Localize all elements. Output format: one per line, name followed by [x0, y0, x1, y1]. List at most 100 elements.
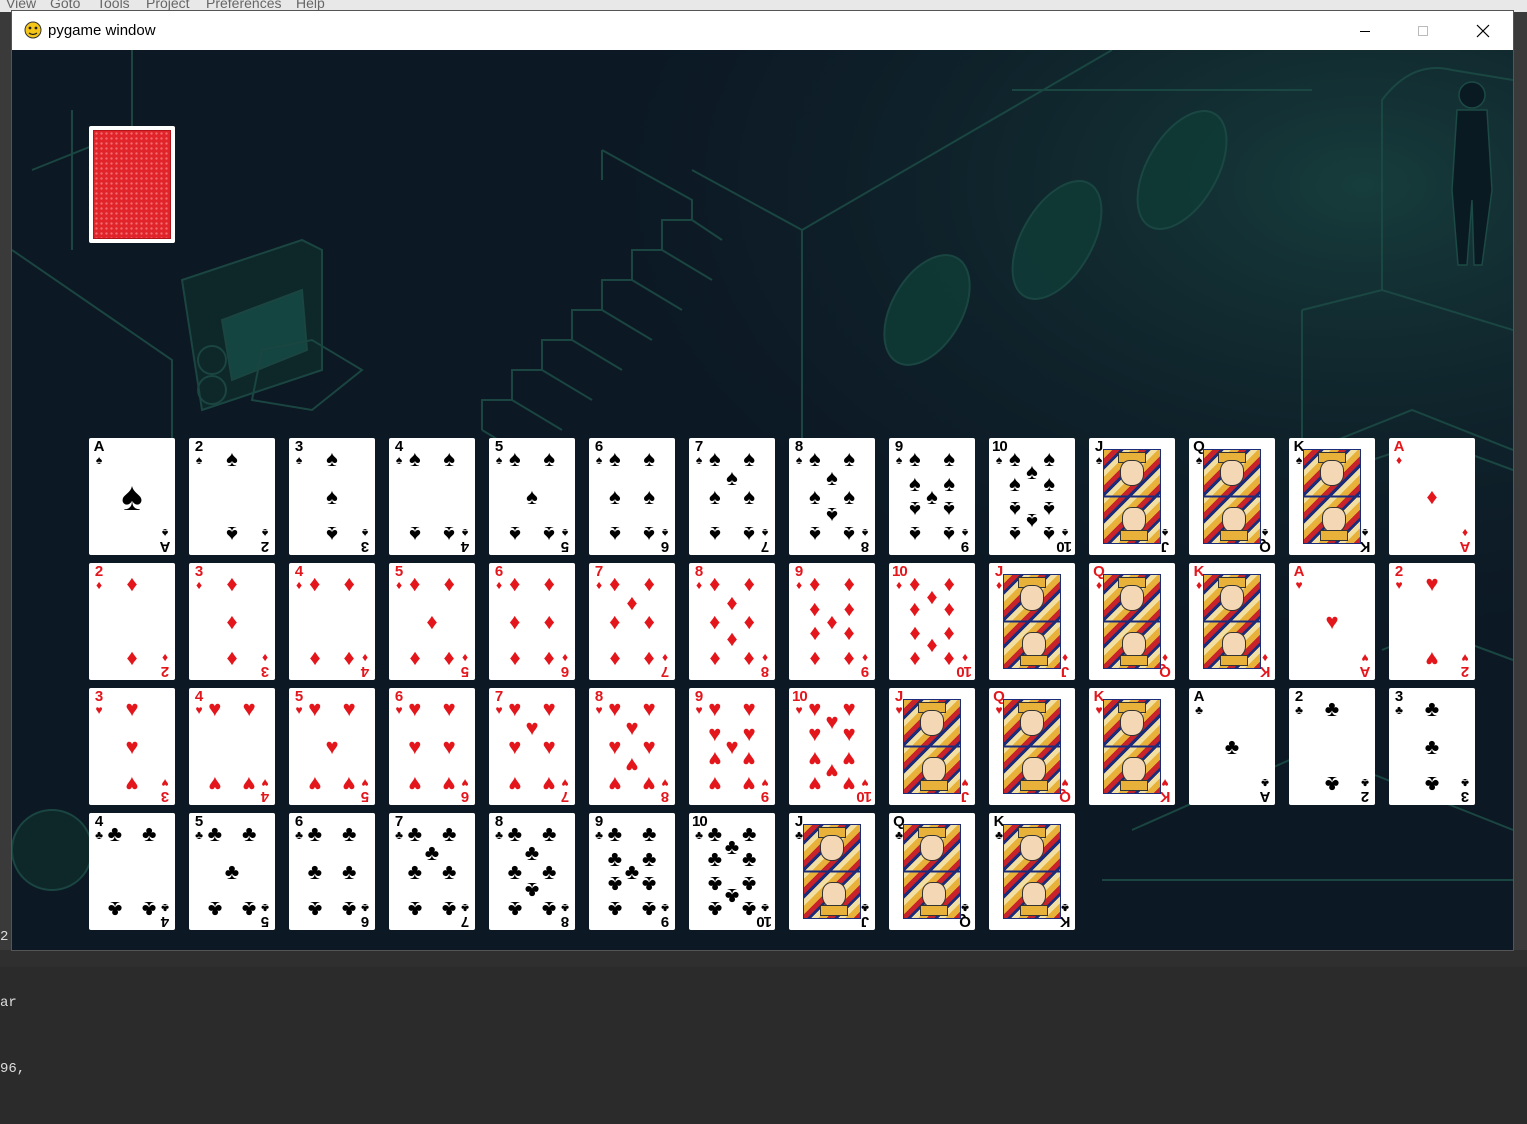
card-index-bottom: 6 ♥ [459, 776, 472, 805]
card-j-of-hearts[interactable]: J ♥ J ♥ [889, 688, 975, 805]
diamonds-icon: ♦ [843, 571, 855, 597]
card-5-of-spades[interactable]: 5 ♠ 5 ♠ ♠ ♠ ♠ ♠ ♠ [489, 438, 575, 555]
diamonds-icon: ♦ [643, 646, 655, 672]
card-q-of-clubs[interactable]: Q ♣ Q ♣ [889, 813, 975, 930]
card-rank: K [1360, 538, 1371, 555]
close-button[interactable] [1454, 11, 1512, 50]
card-2-of-hearts[interactable]: 2 ♥ 2 ♥ ♥ ♥ [1389, 563, 1475, 680]
diamonds-icon: ♦ [509, 646, 521, 672]
card-k-of-spades[interactable]: K ♠ K ♠ [1289, 438, 1375, 555]
card-5-of-clubs[interactable]: 5 ♣ 5 ♣ ♣ ♣ ♣ ♣ ♣ [189, 813, 275, 930]
window-titlebar[interactable]: pygame window [12, 11, 1513, 50]
spades-icon: ♠ [808, 521, 821, 547]
diamonds-icon: ♦ [543, 646, 555, 672]
card-6-of-hearts[interactable]: 6 ♥ 6 ♥ ♥ ♥ ♥ ♥ ♥ ♥ [389, 688, 475, 805]
card-3-of-diamonds[interactable]: 3 ♦ 3 ♦ ♦ ♦ ♦ [189, 563, 275, 680]
clubs-icon: ♣ [1324, 771, 1340, 797]
spades-icon: ♠ [526, 483, 538, 509]
card-8-of-clubs[interactable]: 8 ♣ 8 ♣ ♣ ♣ ♣ ♣ ♣ ♣ ♣ ♣ [489, 813, 575, 930]
menu-help[interactable]: Help [296, 0, 325, 11]
card-a-of-hearts[interactable]: A ♥ A ♥ ♥ [1289, 563, 1375, 680]
card-index-top: A ♠ [92, 439, 105, 466]
court-figure-part [1120, 655, 1148, 666]
card-3-of-hearts[interactable]: 3 ♥ 3 ♥ ♥ ♥ ♥ [89, 688, 175, 805]
card-7-of-spades[interactable]: 7 ♠ 7 ♠ ♠ ♠ ♠ ♠ ♠ ♠ ♠ [689, 438, 775, 555]
maximize-button[interactable] [1394, 11, 1452, 50]
card-rank: 7 [661, 663, 670, 680]
card-k-of-diamonds[interactable]: K ♦ K ♦ [1189, 563, 1275, 680]
menu-view[interactable]: View [6, 0, 36, 11]
card-7-of-clubs[interactable]: 7 ♣ 7 ♣ ♣ ♣ ♣ ♣ ♣ ♣ ♣ [389, 813, 475, 930]
court-figure-part [1020, 655, 1048, 666]
card-index-top: A ♥ [1292, 564, 1305, 591]
card-10-of-hearts[interactable]: 10 ♥ 10 ♥ ♥ ♥ ♥ ♥ ♥ ♥ ♥ ♥ ♥ ♥ [789, 688, 875, 805]
minimize-button[interactable] [1336, 11, 1394, 50]
card-index-bottom: 4 ♣ [159, 901, 172, 930]
menu-project[interactable]: Project [146, 0, 190, 11]
card-index-bottom: 3 ♣ [1459, 776, 1472, 805]
card-6-of-clubs[interactable]: 6 ♣ 6 ♣ ♣ ♣ ♣ ♣ ♣ ♣ [289, 813, 375, 930]
menu-tools[interactable]: Tools [97, 0, 130, 11]
hearts-icon: ♥ [342, 771, 356, 797]
hearts-icon: ♥ [808, 771, 822, 797]
card-2-of-spades[interactable]: 2 ♠ 2 ♠ ♠ ♠ [189, 438, 275, 555]
card-rank: Q [1160, 663, 1171, 680]
clubs-icon: ♣ [307, 821, 323, 847]
card-q-of-spades[interactable]: Q ♠ Q ♠ [1189, 438, 1275, 555]
card-q-of-diamonds[interactable]: Q ♦ Q ♦ [1089, 563, 1175, 680]
card-a-of-diamonds[interactable]: A ♦ A ♦ ♦ [1389, 438, 1475, 555]
card-9-of-spades[interactable]: 9 ♠ 9 ♠ ♠ ♠ ♠ ♠ ♠ ♠ ♠ ♠ ♠ [889, 438, 975, 555]
deck-face-down[interactable] [89, 126, 175, 243]
card-j-of-spades[interactable]: J ♠ J ♠ [1089, 438, 1175, 555]
card-2-of-clubs[interactable]: 2 ♣ 2 ♣ ♣ ♣ [1289, 688, 1375, 805]
card-rank: 3 [261, 663, 270, 680]
card-4-of-clubs[interactable]: 4 ♣ 4 ♣ ♣ ♣ ♣ ♣ [89, 813, 175, 930]
card-2-of-diamonds[interactable]: 2 ♦ 2 ♦ ♦ ♦ [89, 563, 175, 680]
hearts-icon: ♥ [442, 771, 456, 797]
card-k-of-hearts[interactable]: K ♥ K ♥ [1089, 688, 1175, 805]
spades-icon: ♠ [508, 446, 521, 472]
card-a-of-spades[interactable]: A ♠ A ♠ ♠ [89, 438, 175, 555]
card-9-of-diamonds[interactable]: 9 ♦ 9 ♦ ♦ ♦ ♦ ♦ ♦ ♦ ♦ ♦ ♦ [789, 563, 875, 680]
menu-preferences[interactable]: Preferences [206, 0, 281, 11]
card-3-of-clubs[interactable]: 3 ♣ 3 ♣ ♣ ♣ ♣ [1389, 688, 1475, 805]
diamonds-icon: ♦ [909, 646, 921, 672]
clubs-icon: ♣ [1424, 696, 1440, 722]
card-j-of-diamonds[interactable]: J ♦ J ♦ [989, 563, 1075, 680]
card-4-of-spades[interactable]: 4 ♠ 4 ♠ ♠ ♠ ♠ ♠ [389, 438, 475, 555]
card-8-of-diamonds[interactable]: 8 ♦ 8 ♦ ♦ ♦ ♦ ♦ ♦ ♦ ♦ ♦ [689, 563, 775, 680]
card-5-of-hearts[interactable]: 5 ♥ 5 ♥ ♥ ♥ ♥ ♥ ♥ [289, 688, 375, 805]
spades-icon: ♠ [608, 483, 621, 509]
clubs-icon: ♣ [141, 821, 157, 847]
card-a-of-clubs[interactable]: A ♣ A ♣ ♣ [1189, 688, 1275, 805]
diamonds-icon: ♦ [509, 571, 521, 597]
card-rank: 3 [361, 538, 370, 555]
court-figure-part [1120, 585, 1144, 611]
card-10-of-clubs[interactable]: 10 ♣ 10 ♣ ♣ ♣ ♣ ♣ ♣ ♣ ♣ ♣ ♣ ♣ [689, 813, 775, 930]
game-canvas[interactable]: A ♠ A ♠ ♠ 2 ♠ 2 ♠ ♠ ♠ 3 ♠ 3 ♠ ♠ ♠ ♠ 4 ♠ 4 ♠ ♠ ♠ ♠ ♠ 5 ♠ 5 ♠ ♠ ♠ ♠ ♠ ♠ 6 ♠ 6 ♠ ♠… [12, 50, 1513, 950]
card-9-of-clubs[interactable]: 9 ♣ 9 ♣ ♣ ♣ ♣ ♣ ♣ ♣ ♣ ♣ ♣ [589, 813, 675, 930]
menu-goto[interactable]: Goto [50, 0, 80, 11]
card-4-of-hearts[interactable]: 4 ♥ 4 ♥ ♥ ♥ ♥ ♥ [189, 688, 275, 805]
card-7-of-diamonds[interactable]: 7 ♦ 7 ♦ ♦ ♦ ♦ ♦ ♦ ♦ ♦ [589, 563, 675, 680]
card-8-of-hearts[interactable]: 8 ♥ 8 ♥ ♥ ♥ ♥ ♥ ♥ ♥ ♥ ♥ [589, 688, 675, 805]
card-5-of-diamonds[interactable]: 5 ♦ 5 ♦ ♦ ♦ ♦ ♦ ♦ [389, 563, 475, 680]
card-index-bottom: 8 ♠ [859, 526, 872, 555]
clubs-icon: ♣ [1195, 703, 1203, 717]
card-rank: 5 [261, 913, 270, 930]
spades-icon: ♠ [1008, 470, 1021, 496]
clubs-icon: ♣ [307, 858, 323, 884]
card-k-of-clubs[interactable]: K ♣ K ♣ [989, 813, 1075, 930]
card-8-of-spades[interactable]: 8 ♠ 8 ♠ ♠ ♠ ♠ ♠ ♠ ♠ ♠ ♠ [789, 438, 875, 555]
card-q-of-hearts[interactable]: Q ♥ Q ♥ [989, 688, 1075, 805]
card-j-of-clubs[interactable]: J ♣ J ♣ [789, 813, 875, 930]
card-4-of-diamonds[interactable]: 4 ♦ 4 ♦ ♦ ♦ ♦ ♦ [289, 563, 375, 680]
card-10-of-diamonds[interactable]: 10 ♦ 10 ♦ ♦ ♦ ♦ ♦ ♦ ♦ ♦ ♦ ♦ ♦ [889, 563, 975, 680]
card-6-of-diamonds[interactable]: 6 ♦ 6 ♦ ♦ ♦ ♦ ♦ ♦ ♦ [489, 563, 575, 680]
spades-icon: ♠ [295, 453, 302, 467]
card-6-of-spades[interactable]: 6 ♠ 6 ♠ ♠ ♠ ♠ ♠ ♠ ♠ [589, 438, 675, 555]
card-3-of-spades[interactable]: 3 ♠ 3 ♠ ♠ ♠ ♠ [289, 438, 375, 555]
card-7-of-hearts[interactable]: 7 ♥ 7 ♥ ♥ ♥ ♥ ♥ ♥ ♥ ♥ [489, 688, 575, 805]
card-9-of-hearts[interactable]: 9 ♥ 9 ♥ ♥ ♥ ♥ ♥ ♥ ♥ ♥ ♥ ♥ [689, 688, 775, 805]
card-10-of-spades[interactable]: 10 ♠ 10 ♠ ♠ ♠ ♠ ♠ ♠ ♠ ♠ ♠ ♠ ♠ [989, 438, 1075, 555]
